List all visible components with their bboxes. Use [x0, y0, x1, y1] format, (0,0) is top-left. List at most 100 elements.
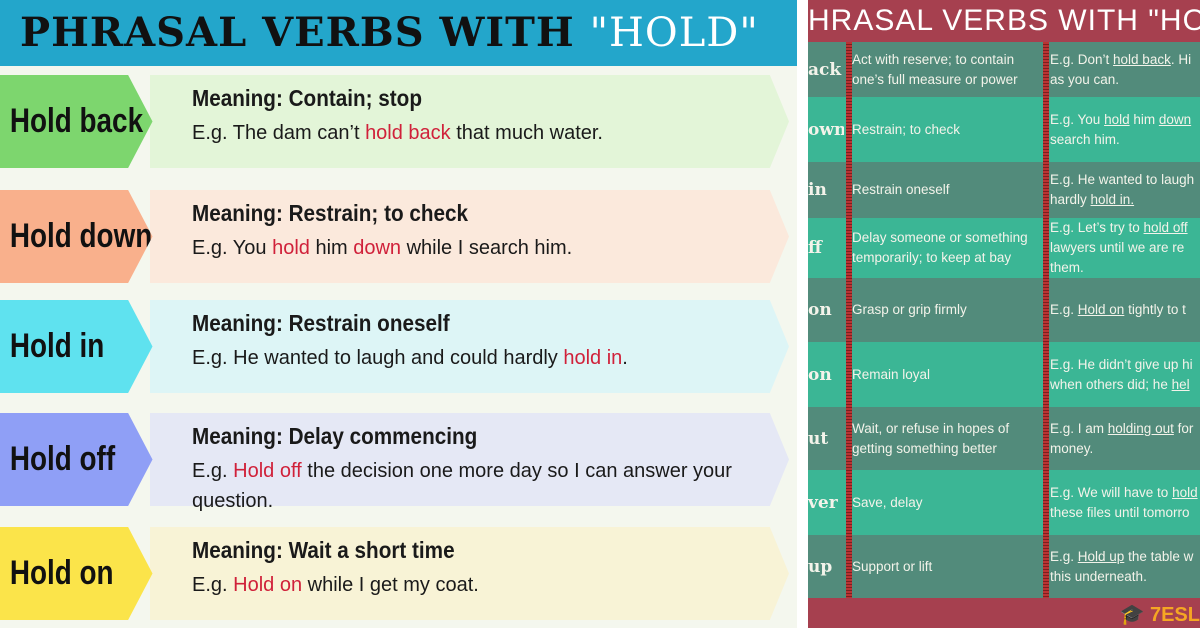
example-segment: E.g. He wanted to laugh and could hardly — [192, 347, 564, 369]
verb-cell: on — [808, 364, 832, 385]
left-infographic: PHRASAL VERBS WITH "HOLD" Hold back Mean… — [0, 0, 797, 628]
table-row: ff Delay someone or something temporaril… — [808, 218, 1200, 278]
meaning-text: Remain loyal — [852, 366, 931, 382]
verb-label: Hold down — [9, 217, 153, 255]
example-segment: money. — [1050, 440, 1094, 456]
verb-label: Hold back — [9, 102, 144, 140]
example-text: E.g. The dam can’t hold back that much w… — [192, 118, 777, 148]
example-segment: for — [1173, 420, 1194, 436]
meaning-cell: Support or lift — [852, 535, 1042, 598]
graduation-cap-icon: 🎓 — [1119, 604, 1145, 626]
example-segment: him — [1129, 111, 1159, 127]
highlighted-phrase: hold — [272, 237, 310, 259]
meaning-text: Save, delay — [852, 494, 923, 510]
verb-label: Hold on — [9, 554, 114, 592]
example-segment: . — [622, 347, 628, 369]
phrasal-verb-card: Hold on Meaning: Wait a short time E.g. … — [0, 527, 797, 620]
verb-tag: Hold off — [0, 413, 153, 506]
highlighted-phrase: Hold on — [233, 574, 303, 596]
table-row: on Remain loyal E.g. He didn’t give up h… — [808, 342, 1200, 407]
verb-cell: ack — [808, 59, 842, 80]
highlighted-phrase: Hold off — [233, 460, 302, 482]
logo-text: 7ESL — [1149, 604, 1200, 626]
example-segment: E.g. The dam can’t — [192, 122, 366, 144]
example-segment: them. — [1050, 260, 1084, 275]
logo: 🎓 7ESL — [1120, 602, 1200, 627]
title-highlight: "HOLD" — [589, 10, 759, 56]
example-segment: search him. — [1050, 131, 1120, 147]
meaning-cell: Delay someone or something temporarily; … — [852, 218, 1042, 278]
example-segment: these files until tomorro — [1050, 504, 1190, 520]
example-segment: tightly to t — [1124, 302, 1186, 317]
meaning-text: Restrain oneself — [852, 182, 950, 197]
example-segment: lawyers until we are re — [1050, 240, 1185, 255]
meaning-cell: Wait, or refuse in hopes of getting some… — [852, 407, 1042, 470]
example-segment: him — [309, 237, 354, 259]
example-segment: while I search him. — [401, 237, 573, 259]
example-segment: E.g. — [1050, 302, 1078, 317]
verb-tag: Hold in — [0, 300, 153, 393]
example-segment: . Hi — [1170, 51, 1192, 67]
example-segment: E.g. You — [1050, 111, 1105, 127]
verb-cell: in — [808, 180, 827, 200]
example-segment: this underneath. — [1050, 568, 1147, 584]
right-title: HRASAL VERBS WITH "HOL — [808, 0, 1200, 42]
example-cell: E.g. Hold on tightly to t — [1050, 278, 1200, 342]
verb-cell: own — [808, 119, 844, 140]
example-segment: E.g. — [192, 460, 234, 482]
example-text: E.g. He wanted to laugh and could hardly… — [192, 343, 777, 373]
example-cell: E.g. Don’t hold back. Hi as you can. — [1050, 42, 1200, 97]
underlined-phrase: hel — [1171, 376, 1190, 392]
example-cell: E.g. Let’s try to hold off lawyers until … — [1050, 218, 1200, 278]
verb-cell: ff — [808, 238, 822, 258]
table-row: in Restrain oneself E.g. He wanted to la… — [808, 162, 1200, 218]
phrasal-verb-card: Hold off Meaning: Delay commencing E.g. … — [0, 413, 797, 512]
example-cell: E.g. He didn’t give up hi when others did… — [1050, 342, 1200, 407]
table-row: ut Wait, or refuse in hopes of getting s… — [808, 407, 1200, 470]
footer-bar: 🎓 7ESL — [808, 598, 1200, 628]
phrasal-verb-card: Hold in Meaning: Restrain oneself E.g. H… — [0, 300, 797, 393]
underlined-phrase: down — [1158, 111, 1192, 127]
verb-cell: ut — [808, 428, 829, 449]
underlined-phrase: hold off — [1143, 220, 1188, 235]
meaning-text: Restrain; to check — [852, 121, 961, 137]
example-text: E.g. Hold off the decision one more day … — [192, 456, 777, 516]
example-segment: E.g. — [1050, 548, 1078, 564]
example-segment: E.g. — [192, 574, 234, 596]
right-table-infographic: HRASAL VERBS WITH "HOL ack Act with rese… — [808, 0, 1200, 628]
table-row: on Grasp or grip firmly E.g. Hold on tig… — [808, 278, 1200, 342]
example-text: E.g. Hold on while I get my coat. — [192, 570, 777, 600]
meaning-cell: Restrain; to check — [852, 97, 1042, 162]
meaning-text: Meaning: Wait a short time — [192, 537, 455, 563]
column-divider — [846, 42, 852, 598]
verb-cell: ver — [808, 492, 838, 513]
example-segment: E.g. Don’t — [1050, 51, 1114, 67]
table-row: ver Save, delay E.g. We will have to hol… — [808, 470, 1200, 535]
verb-tag: Hold on — [0, 527, 153, 620]
meaning-text: Wait, or refuse in hopes of getting some… — [852, 420, 1010, 456]
verb-tag: Hold back — [0, 75, 153, 168]
meaning-cell: Restrain oneself — [852, 162, 1042, 218]
example-segment: that much water. — [450, 122, 603, 144]
example-segment: when others did; he — [1050, 376, 1172, 392]
column-divider — [1043, 42, 1049, 598]
verb-cell: up — [808, 556, 833, 577]
table-row: own Restrain; to check E.g. You hold him… — [808, 97, 1200, 162]
verb-label: Hold in — [9, 327, 105, 365]
verb-cell: on — [808, 300, 832, 320]
underlined-phrase: Hold up — [1077, 548, 1125, 564]
example-cell: E.g. We will have to hold these files unt… — [1050, 470, 1200, 535]
underlined-phrase: holding out — [1107, 420, 1174, 436]
example-cell: E.g. You hold him down search him. — [1050, 97, 1200, 162]
example-segment: E.g. I am — [1050, 420, 1108, 436]
underlined-phrase: hold in. — [1090, 192, 1135, 207]
meaning-text: Act with reserve; to contain one’s full … — [852, 51, 1018, 87]
meaning-text: Meaning: Restrain oneself — [192, 310, 450, 336]
example-text: E.g. You hold him down while I search hi… — [192, 233, 777, 263]
example-segment: while I get my coat. — [302, 574, 479, 596]
table-row: ack Act with reserve; to contain one’s f… — [808, 42, 1200, 97]
meaning-cell: Act with reserve; to contain one’s full … — [852, 42, 1042, 97]
meaning-text: Grasp or grip firmly — [852, 302, 967, 317]
verb-tag: Hold down — [0, 190, 153, 283]
example-cell: E.g. He wanted to laugh hardly hold in. — [1050, 162, 1200, 218]
